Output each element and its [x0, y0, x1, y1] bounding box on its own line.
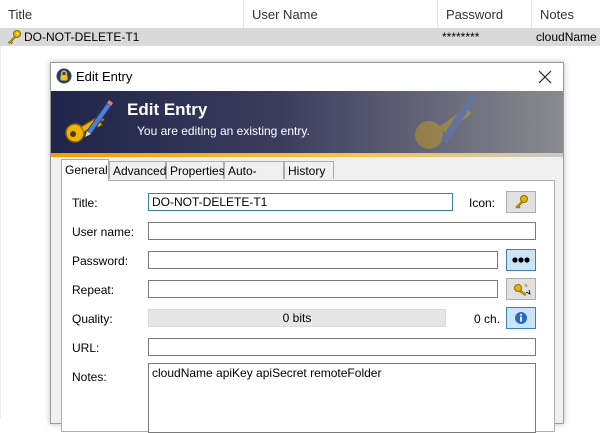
- repeat-password-field[interactable]: [148, 280, 498, 298]
- password-field[interactable]: [148, 251, 498, 269]
- url-field[interactable]: [148, 338, 536, 356]
- list-header: Title User Name Password Notes: [0, 0, 600, 29]
- banner-title: Edit Entry: [127, 100, 208, 119]
- tab-auto-type[interactable]: Auto-Type: [224, 161, 284, 196]
- column-header-password[interactable]: Password: [437, 0, 531, 28]
- quality-char-count: 0 ch.: [474, 312, 501, 326]
- dialog-banner: Edit Entry You are editing an existing e…: [51, 91, 563, 153]
- row-title: DO-NOT-DELETE-T1: [24, 30, 140, 44]
- dialog-title: Edit Entry: [76, 69, 133, 84]
- column-header-user-name[interactable]: User Name: [243, 0, 437, 28]
- key-icon: [6, 29, 22, 47]
- close-icon[interactable]: [535, 67, 555, 87]
- watermark-icon: [401, 91, 481, 153]
- row-password: ********: [442, 30, 480, 44]
- icon-picker-button[interactable]: [506, 191, 536, 213]
- password-generator-icon[interactable]: [506, 278, 536, 300]
- notes-label: Notes:: [72, 370, 107, 384]
- banner-subtitle: You are editing an existing entry.: [137, 124, 310, 138]
- lock-icon: [56, 68, 72, 84]
- banner-accent-strip: [51, 153, 563, 157]
- password-label: Password:: [72, 254, 129, 268]
- quality-label: Quality:: [72, 312, 113, 326]
- tab-advanced[interactable]: Advanced: [109, 161, 166, 179]
- password-quality-bar: 0 bits: [148, 309, 446, 327]
- notes-field[interactable]: cloudName apiKey apiSecret remoteFolder: [148, 363, 536, 433]
- tab-properties[interactable]: Properties: [166, 161, 225, 179]
- dialog-titlebar[interactable]: Edit Entry: [51, 63, 563, 91]
- toggle-password-visibility-button[interactable]: [506, 249, 536, 271]
- repeat-label: Repeat:: [72, 283, 115, 297]
- tab-general[interactable]: General: [61, 159, 109, 181]
- pencil-key-icon: [61, 97, 113, 149]
- info-icon[interactable]: [506, 307, 536, 329]
- icon-label: Icon:: [469, 196, 496, 210]
- column-header-title[interactable]: Title: [0, 0, 243, 28]
- edit-entry-dialog: Edit Entry Edit Entry You are editing an…: [50, 62, 564, 433]
- row-notes: cloudName: [536, 30, 597, 44]
- title-field[interactable]: DO-NOT-DELETE-T1: [148, 193, 453, 211]
- username-label: User name:: [72, 225, 135, 239]
- column-header-notes[interactable]: Notes: [531, 0, 600, 28]
- title-label: Title:: [72, 196, 98, 210]
- tab-history[interactable]: History: [284, 161, 334, 179]
- url-label: URL:: [72, 341, 100, 355]
- table-row[interactable]: DO-NOT-DELETE-T1 ******** cloudName: [0, 28, 600, 46]
- row-user-name: [250, 28, 435, 46]
- username-field[interactable]: [148, 222, 536, 240]
- general-tab-panel: Title: DO-NOT-DELETE-T1 Icon: User name:…: [61, 180, 555, 433]
- list-border: [0, 46, 1, 418]
